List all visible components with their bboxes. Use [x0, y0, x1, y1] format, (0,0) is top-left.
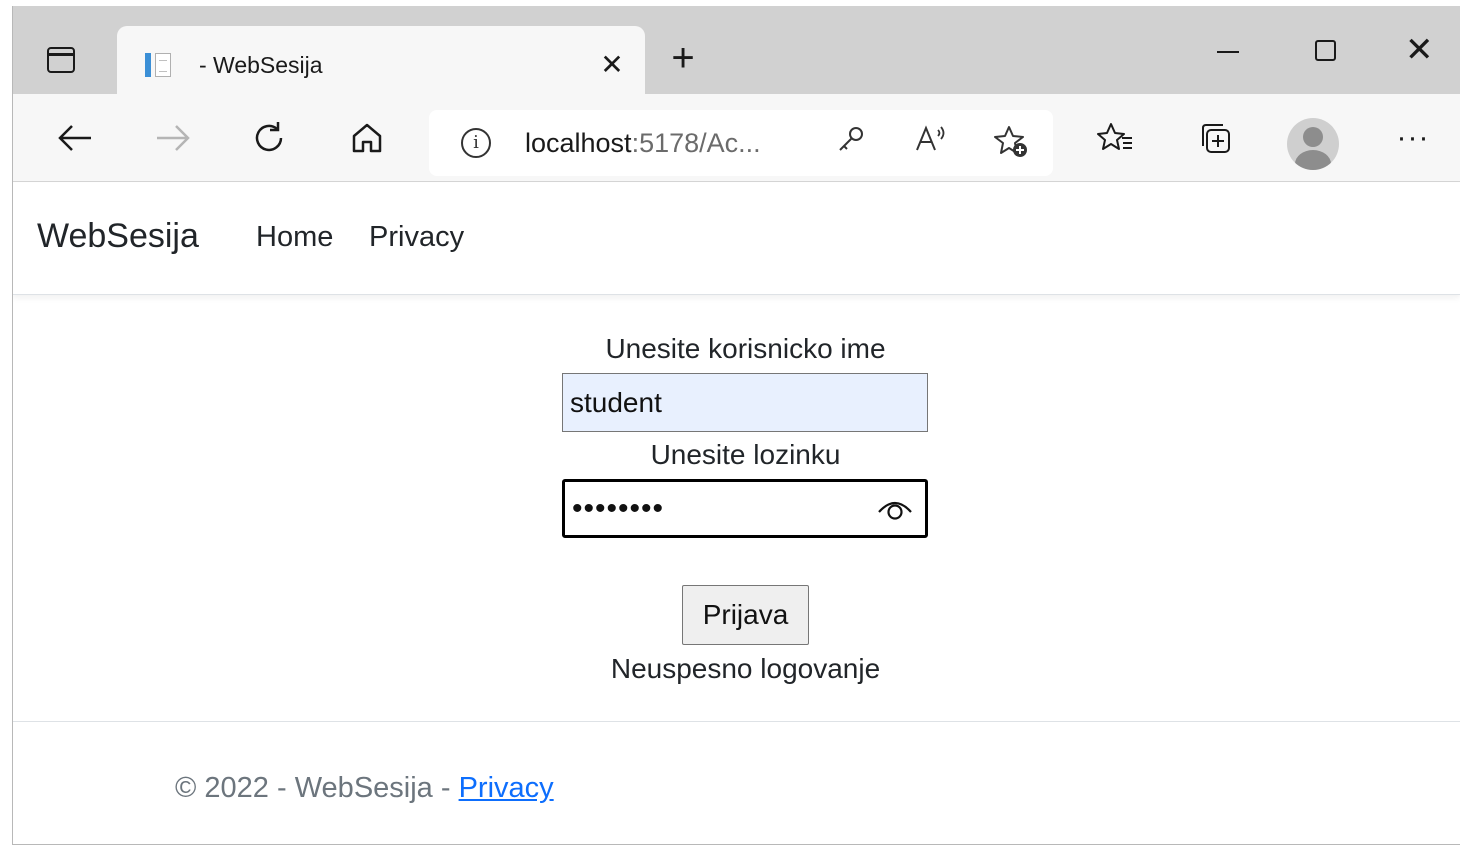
more-menu-icon[interactable]: ··· — [1389, 114, 1437, 162]
tab-actions-icon[interactable] — [41, 44, 81, 76]
login-status-message: Neuspesno logovanje — [610, 653, 881, 684]
page-favicon-icon — [143, 50, 175, 80]
nav-link-privacy[interactable]: Privacy — [369, 221, 464, 254]
title-bar: - WebSesija ✕ + ✕ — [13, 6, 1460, 94]
minimize-button[interactable] — [1197, 28, 1257, 74]
read-aloud-icon[interactable] — [911, 124, 951, 164]
address-bar[interactable]: i localhost:5178/Ac... — [429, 110, 1053, 176]
username-input[interactable]: student — [562, 373, 928, 432]
browser-window: - WebSesija ✕ + ✕ i localhost:5178/Ac... — [12, 6, 1460, 845]
reload-icon[interactable] — [245, 114, 293, 162]
footer-copyright: © 2022 - WebSesija - — [175, 772, 459, 804]
site-info-icon[interactable]: i — [461, 128, 491, 158]
url-text[interactable]: localhost:5178/Ac... — [525, 128, 761, 159]
password-input[interactable]: •••••••• — [562, 479, 928, 538]
collections-icon[interactable] — [1191, 114, 1239, 162]
new-tab-button[interactable]: + — [661, 36, 705, 80]
home-icon[interactable] — [343, 114, 391, 162]
footer-privacy-link[interactable]: Privacy — [459, 772, 554, 804]
forward-arrow-icon[interactable] — [149, 114, 197, 162]
tab-title: - WebSesija — [199, 52, 323, 78]
profile-avatar[interactable] — [1287, 118, 1339, 170]
maximize-button[interactable] — [1295, 28, 1355, 74]
add-favorite-icon[interactable] — [991, 124, 1031, 164]
window-close-button[interactable]: ✕ — [1395, 28, 1455, 74]
favorites-icon[interactable] — [1091, 114, 1139, 162]
tab-close-icon[interactable]: ✕ — [595, 48, 629, 82]
browser-toolbar: i localhost:5178/Ac... ··· — [13, 94, 1460, 182]
password-label: Unesite lozinku — [650, 439, 841, 470]
browser-tab[interactable]: - WebSesija ✕ — [117, 26, 645, 94]
navbar-brand[interactable]: WebSesija — [37, 217, 199, 256]
footer-text: © 2022 - WebSesija - Privacy — [175, 772, 554, 805]
back-arrow-icon[interactable] — [51, 114, 99, 162]
site-footer: © 2022 - WebSesija - Privacy — [13, 721, 1460, 844]
nav-link-home[interactable]: Home — [256, 221, 333, 254]
password-key-icon[interactable] — [831, 124, 871, 164]
password-value: •••••••• — [572, 492, 665, 525]
web-page: WebSesija Home Privacy Unesite korisnick… — [13, 183, 1460, 844]
username-label: Unesite korisnicko ime — [605, 333, 886, 364]
reveal-password-eye-icon[interactable] — [877, 496, 913, 522]
login-submit-button[interactable]: Prijava — [682, 585, 809, 645]
site-navbar: WebSesija Home Privacy — [13, 183, 1460, 295]
